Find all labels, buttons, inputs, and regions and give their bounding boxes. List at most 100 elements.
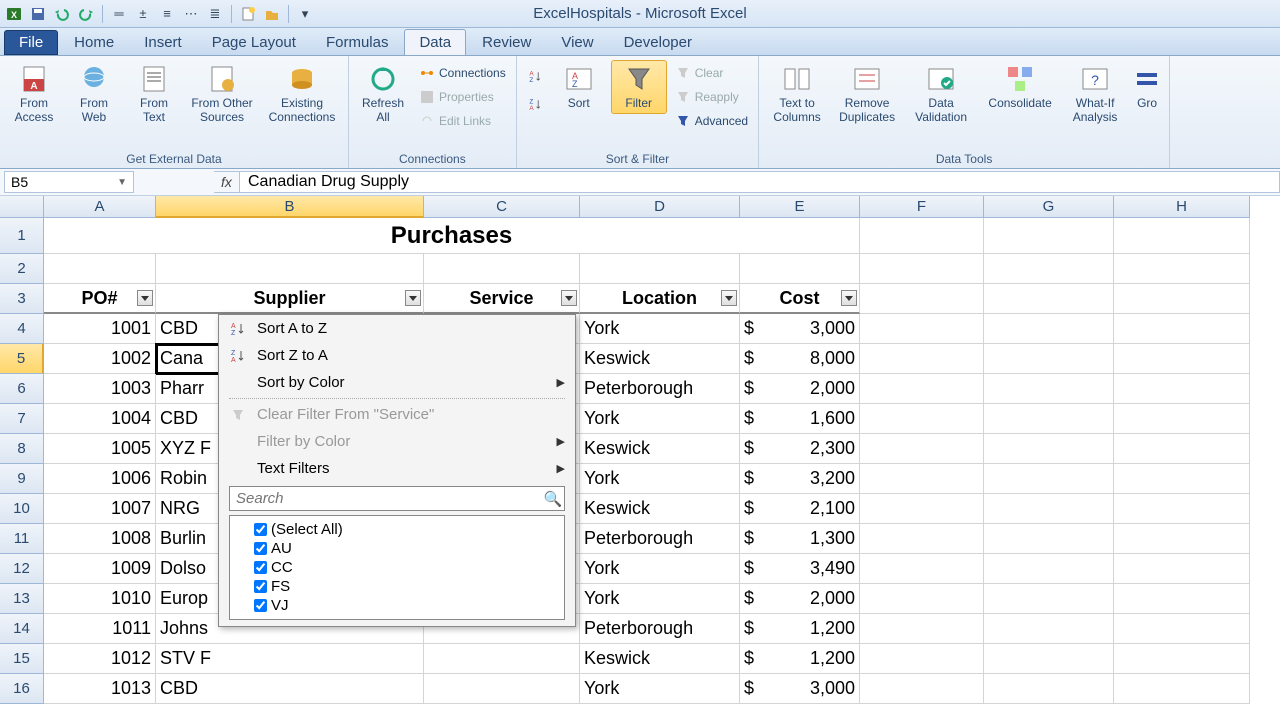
cell[interactable]: 1003 [44,374,156,404]
cell[interactable]: 1004 [44,404,156,434]
cell[interactable]: Peterborough [580,614,740,644]
tab-review[interactable]: Review [468,30,545,55]
cell[interactable] [44,254,156,284]
cell[interactable]: York [580,404,740,434]
cell[interactable]: $1,600 [740,404,860,434]
filter-value-checkbox[interactable]: AU [236,539,558,558]
row-header[interactable]: 14 [0,614,44,644]
cell[interactable] [860,614,984,644]
cell[interactable] [860,284,984,314]
cell[interactable] [984,554,1114,584]
cell[interactable]: Keswick [580,494,740,524]
row-header[interactable]: 1 [0,218,44,254]
fx-icon[interactable]: fx [214,171,240,193]
filter-value-checkbox[interactable]: (Select All) [236,520,558,539]
cell[interactable] [1114,494,1250,524]
data-validation-button[interactable]: Data Validation [905,60,977,128]
row-header[interactable]: 9 [0,464,44,494]
qa-icon[interactable]: ≣ [205,4,225,24]
row-header[interactable]: 7 [0,404,44,434]
cell[interactable] [860,524,984,554]
cell[interactable] [860,254,984,284]
cell[interactable]: York [580,314,740,344]
undo-icon[interactable] [52,4,72,24]
cell[interactable]: 1002 [44,344,156,374]
row-header[interactable]: 12 [0,554,44,584]
row-header[interactable]: 2 [0,254,44,284]
cell[interactable]: 1011 [44,614,156,644]
cell[interactable] [984,674,1114,704]
refresh-all-button[interactable]: Refresh All [355,60,411,128]
cell[interactable]: Keswick [580,434,740,464]
tab-file[interactable]: File [4,30,58,55]
select-all-cell[interactable] [0,196,44,218]
filter-dropdown-icon[interactable] [721,290,737,306]
column-header[interactable]: F [860,196,984,218]
cell[interactable] [984,524,1114,554]
tab-view[interactable]: View [547,30,607,55]
open-icon[interactable] [262,4,282,24]
from-other-sources-button[interactable]: From Other Sources [186,60,258,128]
filter-dropdown-icon[interactable] [405,290,421,306]
cell[interactable] [860,464,984,494]
cell[interactable] [860,494,984,524]
cell[interactable] [984,644,1114,674]
cell[interactable] [424,644,580,674]
cell[interactable] [1114,434,1250,464]
name-box[interactable]: B5▼ [4,171,134,193]
tab-formulas[interactable]: Formulas [312,30,403,55]
cell[interactable]: York [580,674,740,704]
redo-icon[interactable] [76,4,96,24]
cell[interactable] [860,644,984,674]
cell[interactable]: 1001 [44,314,156,344]
connections-button[interactable]: Connections [415,64,510,82]
sort-za-button[interactable]: ZA [523,96,547,114]
row-header[interactable]: 4 [0,314,44,344]
cell[interactable] [424,254,580,284]
customize-qa-icon[interactable]: ▾ [295,4,315,24]
cell[interactable] [860,674,984,704]
qa-icon[interactable]: ± [133,4,153,24]
excel-icon[interactable]: X [4,4,24,24]
search-icon[interactable]: 🔍 [542,487,564,510]
cell[interactable]: 1012 [44,644,156,674]
cell[interactable] [984,464,1114,494]
tab-developer[interactable]: Developer [610,30,706,55]
from-text-button[interactable]: From Text [126,60,182,128]
column-header[interactable]: H [1114,196,1250,218]
cell[interactable]: 1006 [44,464,156,494]
cell[interactable]: Keswick [580,644,740,674]
cell[interactable]: 1007 [44,494,156,524]
text-filters-item[interactable]: Text Filters▶ [219,455,575,482]
column-header[interactable]: D [580,196,740,218]
header-cell[interactable]: Service [424,284,580,314]
filter-value-checkbox[interactable]: CC [236,558,558,577]
header-cell[interactable]: Cost [740,284,860,314]
cell[interactable]: STV F [156,644,424,674]
cell[interactable] [984,584,1114,614]
new-icon[interactable] [238,4,258,24]
cell[interactable]: York [580,584,740,614]
cell[interactable]: Keswick [580,344,740,374]
filter-dropdown-icon[interactable] [841,290,857,306]
cell[interactable] [860,434,984,464]
formula-input[interactable]: Canadian Drug Supply [240,171,1280,193]
cell[interactable] [860,554,984,584]
cell[interactable]: York [580,464,740,494]
cell[interactable] [1114,614,1250,644]
filter-dropdown-icon[interactable] [561,290,577,306]
cell[interactable]: $1,200 [740,644,860,674]
cell[interactable] [1114,284,1250,314]
cell[interactable] [860,218,984,254]
cell[interactable]: $3,490 [740,554,860,584]
cell[interactable]: $1,200 [740,614,860,644]
column-header[interactable]: E [740,196,860,218]
sort-az-item[interactable]: AZSort A to Z [219,315,575,342]
column-header[interactable]: C [424,196,580,218]
row-header[interactable]: 16 [0,674,44,704]
row-header[interactable]: 10 [0,494,44,524]
qa-icon[interactable]: ⋯ [181,4,201,24]
cell[interactable] [984,404,1114,434]
row-header[interactable]: 13 [0,584,44,614]
cell[interactable]: York [580,554,740,584]
